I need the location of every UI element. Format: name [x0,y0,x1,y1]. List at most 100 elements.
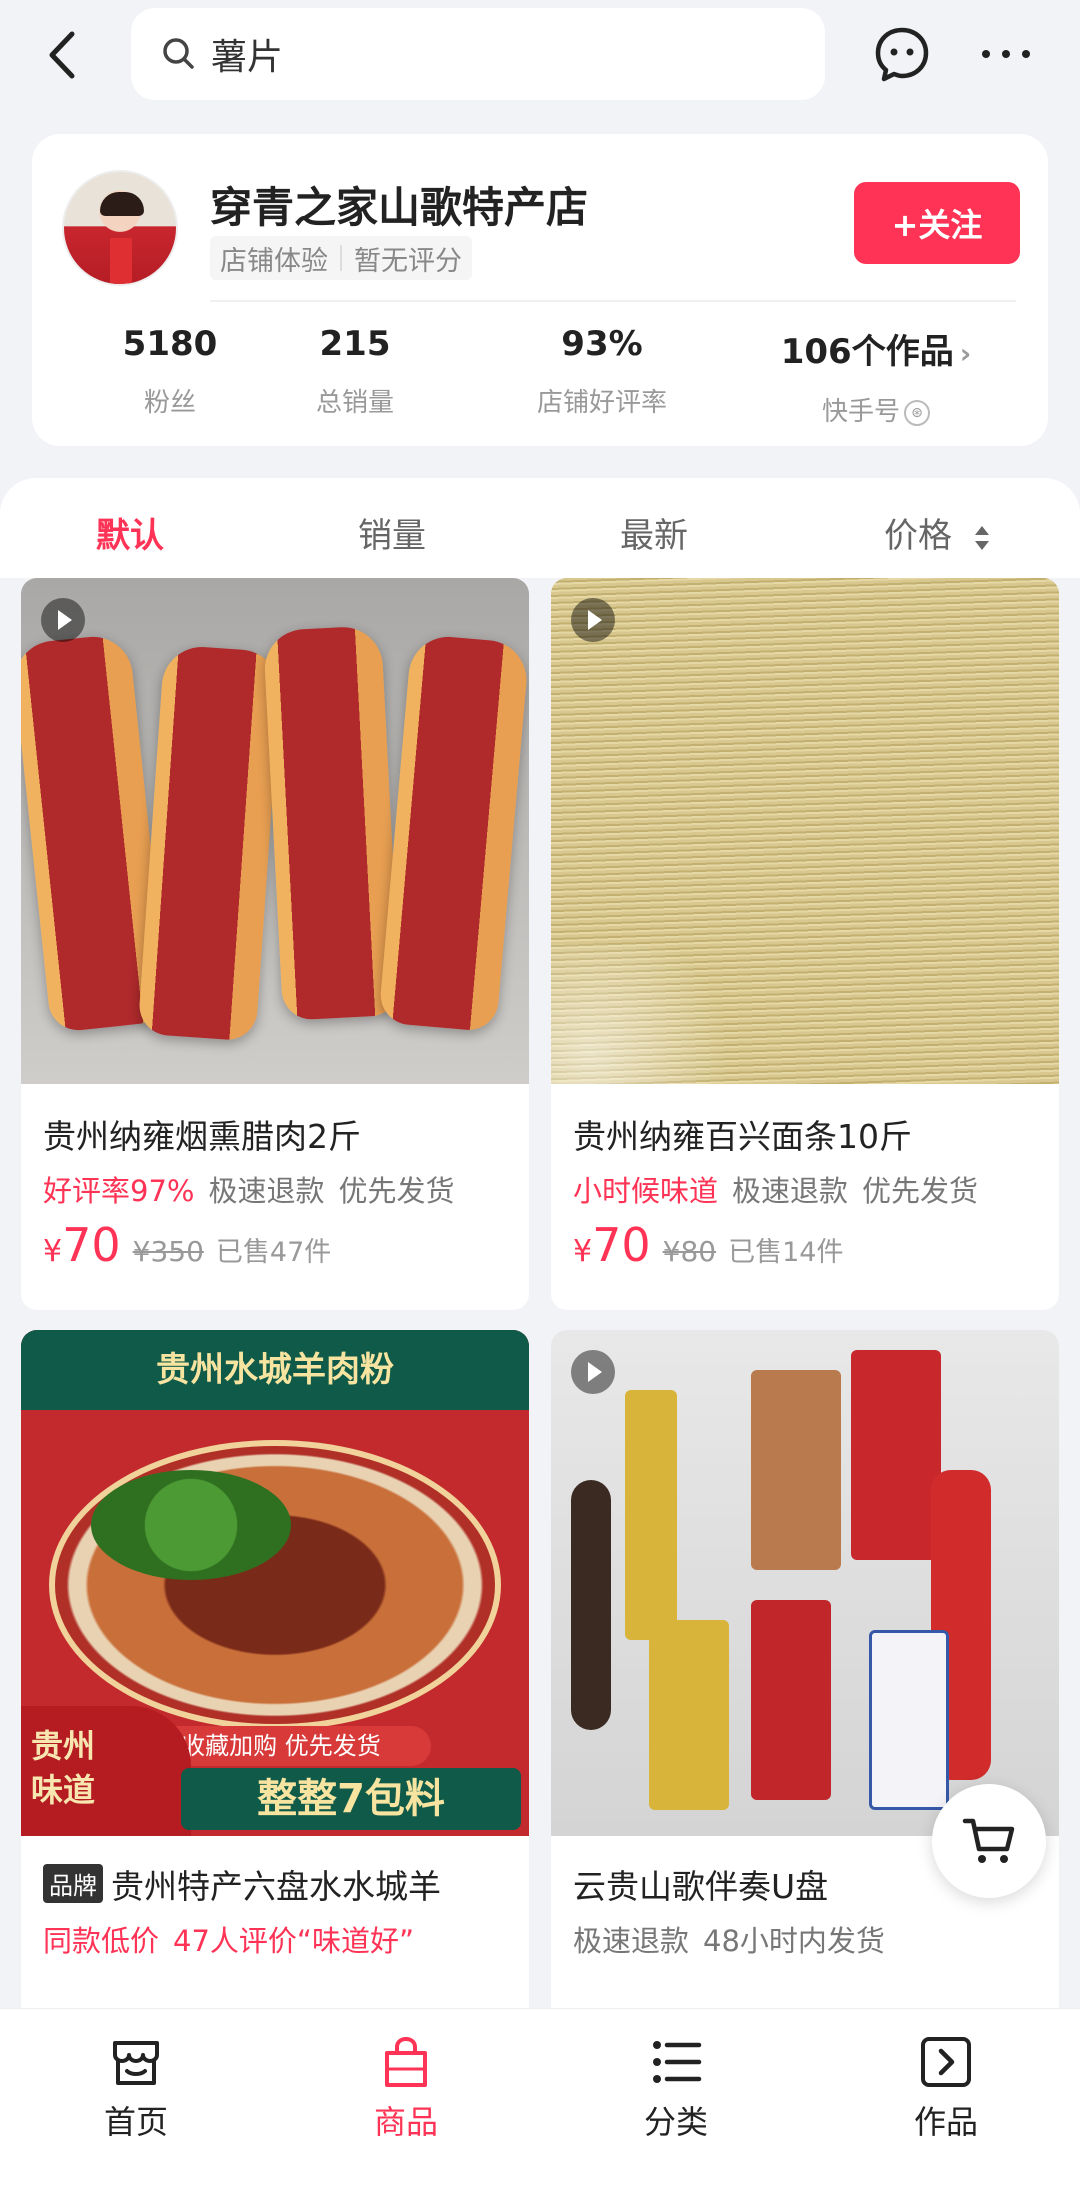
bowl-greens [91,1470,291,1580]
stat-fans-label: 粉丝 [143,388,196,418]
chevron-left-icon [49,31,75,79]
avatar-scarf [110,238,132,284]
bacon-strip [262,625,402,1021]
product-title-text: 贵州特产六盘水水城羊 [111,1867,441,1906]
stat-works-label: 快手号 [821,397,900,427]
usb-drive-gold [625,1390,677,1640]
bag-icon [385,2036,427,2087]
currency-symbol: ¥ [573,1234,593,1269]
shop-page: 穿青之家山歌特产店 店铺体验 暂无评分 +关注 5180 粉丝 215 总销量 … [0,0,1080,2203]
cart-icon [962,1818,1015,1863]
sort-tab-sales[interactable]: 销量 [358,508,426,557]
usb-drive-porcelain [869,1630,949,1810]
more-dots-icon [982,50,1030,58]
video-play-icon [41,598,85,642]
more-button[interactable] [978,36,1034,72]
follow-button[interactable]: +关注 [854,182,1020,264]
sort-bar: 默认 销量 最新 价格 [0,478,1080,578]
stat-sales[interactable]: 215 总销量 [280,324,430,419]
stat-works[interactable]: 106个作品 › 快手号 ⊛ [756,324,996,428]
product-tag: 同款低价 [43,1924,160,1958]
video-play-icon [571,598,615,642]
usb-drive-bronze [751,1370,841,1570]
shop-avatar[interactable] [62,170,178,286]
nav-item-works[interactable]: 作品 [876,2035,1016,2143]
product-grid: 贵州纳雍烟熏腊肉2斤 好评率97% 极速退款 优先发货 ¥70 ¥350 已售47件 贵… [0,578,1080,2030]
search-input[interactable] [211,33,771,75]
price-value: 70 [62,1218,121,1272]
product-image-noodles [551,578,1059,1084]
product-title: 贵州纳雍烟熏腊肉2斤 [43,1117,361,1156]
nav-item-products[interactable]: 商品 [336,2035,476,2143]
chevron-right-icon: › [959,337,972,370]
product-tag: 极速退款 [732,1174,849,1208]
product-tag: 极速退款 [208,1174,325,1208]
nav-item-label: 首页 [103,2103,168,2141]
tassel-dark [571,1480,611,1730]
stat-fans[interactable]: 5180 粉丝 [100,324,240,419]
image-banner-text: 贵州水城羊肉粉 [21,1330,529,1410]
stat-rating-label: 店铺好评率 [536,388,667,418]
currency-symbol: ¥ [43,1234,63,1269]
sort-tab-price-label: 价格 [884,516,952,556]
nav-item-label: 商品 [373,2103,438,2141]
sold-count: 已售14件 [728,1237,844,1268]
shop-name: 穿青之家山歌特产店 [210,183,589,232]
product-price: ¥70 ¥80 已售14件 [573,1218,843,1272]
sort-tab-price[interactable]: 价格 [884,508,991,557]
product-card[interactable]: 贵州水城羊肉粉 收藏加购 优先发货 贵州 味道 整整7包料 品牌 贵州特产六盘水水… [21,1330,529,2030]
back-button[interactable] [38,24,88,86]
product-image-mutton-noodles: 贵州水城羊肉粉 收藏加购 优先发货 贵州 味道 整整7包料 [21,1330,529,1836]
product-price: ¥70 ¥350 已售47件 [43,1218,331,1272]
product-tag: 优先发货 [338,1174,455,1208]
shop-tag-experience: 店铺体验 [220,245,328,277]
sort-arrows-icon [974,525,989,550]
tag-separator [340,245,342,271]
product-tag: 47人评价“味道好” [173,1924,414,1958]
shop-rating-tags[interactable]: 店铺体验 暂无评分 [210,236,472,280]
usb-drive-coin [649,1620,729,1810]
search-box[interactable] [131,8,825,100]
product-tags: 同款低价 47人评价“味道好” [43,1918,428,1960]
chat-bubble-icon [875,27,929,82]
bacon-strip [137,644,283,1042]
bottom-nav: 首页 商品 分类 作品 [0,2008,1080,2203]
product-card[interactable]: 云贵山歌伴奏U盘 极速退款 48小时内发货 [551,1330,1059,2030]
kuaishou-id-icon: ⊛ [904,399,930,426]
brand-badge: 品牌 [43,1864,103,1903]
shop-info-card: 穿青之家山歌特产店 店铺体验 暂无评分 +关注 5180 粉丝 215 总销量 … [32,134,1048,446]
stat-works-value: 106个作品 [780,332,954,372]
sort-tab-default[interactable]: 默认 [96,508,164,557]
product-tags: 好评率97% 极速退款 优先发货 [43,1168,469,1210]
plastic-wrap [551,944,751,1084]
nav-item-home[interactable]: 首页 [66,2035,206,2143]
shop-tag-rating: 暂无评分 [354,245,462,277]
product-card[interactable]: 贵州纳雍百兴面条10斤 小时候味道 极速退款 优先发货 ¥70 ¥80 已售14件 [551,578,1059,1310]
original-price: ¥80 [662,1235,717,1268]
product-card[interactable]: 贵州纳雍烟熏腊肉2斤 好评率97% 极速退款 优先发货 ¥70 ¥350 已售47件 [21,578,529,1310]
price-value: 70 [592,1218,651,1272]
customer-service-button[interactable] [872,24,932,84]
video-play-icon [571,1350,615,1394]
usb-drive-redbox [751,1600,831,1800]
nav-item-category[interactable]: 分类 [606,2035,746,2143]
avatar-hair [100,192,144,216]
stat-rating[interactable]: 93% 店铺好评率 [502,324,702,419]
play-box-icon [921,2037,971,2087]
product-tag: 小时候味道 [573,1174,719,1208]
product-image-bacon [21,578,529,1084]
shop-icon [113,2041,159,2085]
stat-fans-value: 5180 [122,324,218,364]
sort-tab-newest[interactable]: 最新 [620,508,688,557]
nav-item-label: 分类 [643,2103,708,2141]
product-title: 贵州纳雍百兴面条10斤 [573,1117,912,1156]
product-tag: 好评率97% [43,1174,195,1208]
product-tag: 极速退款 [573,1924,690,1958]
stat-sales-label: 总销量 [315,388,394,418]
top-bar [0,0,1080,118]
product-tag: 48小时内发货 [703,1924,885,1958]
image-flavor-text: 贵州 味道 [21,1706,191,1836]
cart-button[interactable] [932,1784,1046,1898]
nav-item-label: 作品 [913,2103,978,2141]
usb-drive-red [851,1350,941,1560]
